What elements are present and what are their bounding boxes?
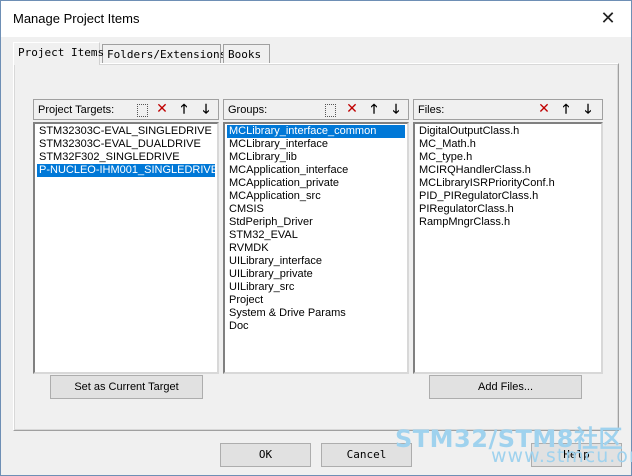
targets-label: Project Targets:	[38, 104, 115, 116]
files-list-item[interactable]: RampMngrClass.h	[417, 216, 599, 229]
groups-list-item[interactable]: Doc	[227, 320, 405, 333]
groups-list[interactable]: MCLibrary_interface_common MCLibrary_inte…	[223, 122, 409, 374]
targets-header: Project Targets: ✕ 🡑 🡓	[33, 99, 219, 120]
delete-group-icon[interactable]: ✕	[343, 101, 361, 118]
groups-label: Groups:	[228, 104, 268, 116]
targets-list-item[interactable]: STM32F302_SINGLEDRIVE	[37, 151, 215, 164]
groups-list-item[interactable]: StdPeriph_Driver	[227, 216, 405, 229]
ok-button[interactable]: OK	[220, 443, 311, 467]
files-list-item[interactable]: MCLibraryISRPriorityConf.h	[417, 177, 599, 190]
move-up-group-icon[interactable]: 🡑	[365, 101, 383, 118]
help-button[interactable]: Help	[531, 443, 622, 467]
dialog-title: Manage Project Items	[13, 11, 140, 26]
groups-header: Groups: ✕ 🡑 🡓	[223, 99, 409, 120]
groups-list-item[interactable]: MCLibrary_lib	[227, 151, 405, 164]
targets-list-item[interactable]: P-NUCLEO-IHM001_SINGLEDRIVE	[37, 164, 217, 177]
groups-list-item[interactable]: UILibrary_interface	[227, 255, 405, 268]
groups-list-item[interactable]: MCLibrary_interface_common	[227, 125, 405, 138]
tab-books[interactable]: Books	[223, 44, 270, 64]
groups-list-item[interactable]: UILibrary_private	[227, 268, 405, 281]
title-bar: Manage Project Items ✕	[1, 1, 631, 37]
tab-project-items[interactable]: Project Items	[13, 42, 104, 65]
files-list-item[interactable]: MC_type.h	[417, 151, 599, 164]
groups-list-item[interactable]: RVMDK	[227, 242, 405, 255]
delete-file-icon[interactable]: ✕	[535, 101, 553, 118]
targets-list[interactable]: STM32303C-EVAL_SINGLEDRIVE STM32303C-EVAL…	[33, 122, 219, 374]
groups-list-item[interactable]: STM32_EVAL	[227, 229, 405, 242]
move-down-target-icon[interactable]: 🡓	[197, 101, 215, 118]
groups-list-item[interactable]: UILibrary_src	[227, 281, 405, 294]
groups-list-item[interactable]: System & Drive Params	[227, 307, 405, 320]
targets-list-item[interactable]: STM32303C-EVAL_SINGLEDRIVE	[37, 125, 215, 138]
move-down-file-icon[interactable]: 🡓	[579, 101, 597, 118]
tab-folders-extensions[interactable]: Folders/Extensions	[102, 44, 226, 64]
files-list-item[interactable]: MC_Math.h	[417, 138, 599, 151]
move-down-group-icon[interactable]: 🡓	[387, 101, 405, 118]
files-label: Files:	[418, 104, 445, 116]
files-list-item[interactable]: PID_PIRegulatorClass.h	[417, 190, 599, 203]
groups-list-item[interactable]: MCApplication_interface	[227, 164, 405, 177]
close-icon[interactable]: ✕	[595, 7, 621, 31]
move-up-file-icon[interactable]: 🡑	[557, 101, 575, 118]
manage-project-items-dialog: Manage Project Items ✕ Project Items Fol…	[0, 0, 632, 476]
add-files-button[interactable]: Add Files...	[429, 375, 582, 399]
files-header: Files: ✕ 🡑 🡓	[413, 99, 603, 120]
new-target-icon[interactable]	[133, 101, 151, 118]
delete-target-icon[interactable]: ✕	[153, 101, 171, 118]
groups-list-item[interactable]: Project	[227, 294, 405, 307]
groups-list-item[interactable]: CMSIS	[227, 203, 405, 216]
files-list[interactable]: DigitalOutputClass.h MC_Math.h MC_type.h MC…	[413, 122, 603, 374]
files-list-item[interactable]: MCIRQHandlerClass.h	[417, 164, 599, 177]
cancel-button[interactable]: Cancel	[321, 443, 412, 467]
groups-list-item[interactable]: MCApplication_private	[227, 177, 405, 190]
files-list-item[interactable]: DigitalOutputClass.h	[417, 125, 599, 138]
targets-list-item[interactable]: STM32303C-EVAL_DUALDRIVE	[37, 138, 215, 151]
move-up-target-icon[interactable]: 🡑	[175, 101, 193, 118]
groups-list-item[interactable]: MCLibrary_interface	[227, 138, 405, 151]
new-group-icon[interactable]	[321, 101, 339, 118]
files-list-item[interactable]: PIRegulatorClass.h	[417, 203, 599, 216]
groups-list-item[interactable]: MCApplication_src	[227, 190, 405, 203]
set-current-target-button[interactable]: Set as Current Target	[50, 375, 203, 399]
